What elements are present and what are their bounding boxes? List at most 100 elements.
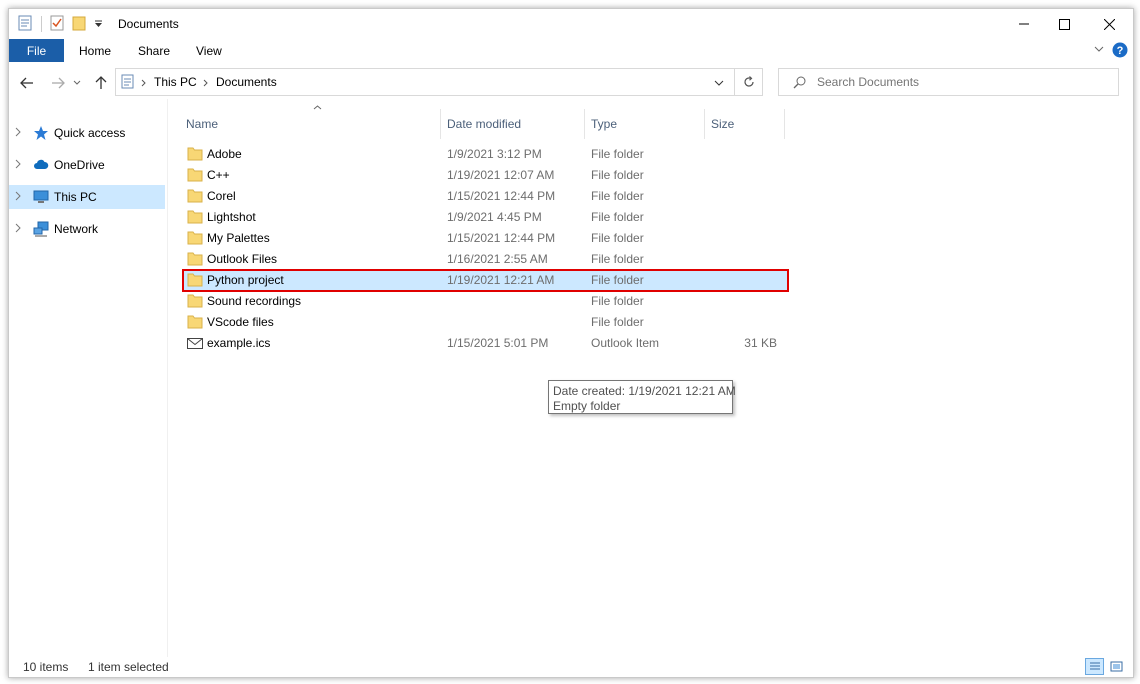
- file-date-modified: 1/19/2021 12:07 AM: [447, 168, 555, 182]
- file-type: File folder: [591, 168, 644, 182]
- tab-home[interactable]: Home: [79, 44, 111, 58]
- refresh-icon: [743, 76, 754, 87]
- ribbon-tabs: File Home Share View ?: [9, 39, 1133, 62]
- chevron-right-icon[interactable]: [15, 223, 22, 233]
- sidebar-item-network[interactable]: Network: [9, 217, 165, 241]
- tab-file[interactable]: File: [9, 39, 64, 62]
- table-row[interactable]: example.ics 1/15/2021 5:01 PM Outlook Item…: [183, 333, 787, 354]
- close-button[interactable]: [1086, 9, 1132, 39]
- up-button[interactable]: [91, 73, 111, 93]
- forward-button[interactable]: [48, 73, 68, 93]
- search-input[interactable]: [817, 74, 1107, 90]
- file-date-modified: 1/15/2021 12:44 PM: [447, 231, 556, 245]
- search-box[interactable]: [778, 68, 1119, 96]
- item-count: 10 items: [23, 660, 69, 674]
- column-divider[interactable]: [440, 109, 441, 139]
- address-bar[interactable]: This PC Documents: [115, 68, 735, 96]
- minimize-icon: [1019, 23, 1029, 25]
- file-type: Outlook Item: [591, 336, 660, 350]
- table-row[interactable]: Lightshot 1/9/2021 4:45 PM File folder: [183, 207, 787, 228]
- chevron-right-icon[interactable]: [141, 79, 147, 87]
- file-type: File folder: [591, 315, 644, 329]
- chevron-right-icon[interactable]: [203, 79, 209, 87]
- column-header-date-modified[interactable]: Date modified: [447, 117, 521, 131]
- file-type: File folder: [591, 294, 644, 308]
- computer-icon: [33, 190, 49, 203]
- chevron-right-icon[interactable]: [15, 191, 22, 201]
- mail-icon: [187, 338, 203, 349]
- chevron-right-icon[interactable]: [15, 159, 22, 169]
- table-row-selected[interactable]: Python project 1/19/2021 12:21 AM File fol…: [182, 269, 789, 292]
- table-row[interactable]: C++ 1/19/2021 12:07 AM File folder: [183, 165, 787, 186]
- file-name: Sound recordings: [207, 294, 302, 308]
- file-type: File folder: [591, 210, 644, 224]
- sidebar-item-label: Quick access: [54, 126, 126, 140]
- column-divider[interactable]: [704, 109, 705, 139]
- checklist-icon[interactable]: [50, 15, 64, 31]
- up-arrow-icon: [95, 76, 107, 89]
- sort-ascending-icon: [313, 105, 322, 110]
- file-size: 31 KB: [744, 336, 777, 350]
- maximize-icon: [1058, 18, 1070, 30]
- file-list-view: Name Date modified Type Size Adobe 1/9/20…: [175, 99, 1133, 657]
- folder-icon: [187, 147, 203, 161]
- cloud-icon: [34, 159, 49, 169]
- recent-locations-button[interactable]: [71, 73, 83, 93]
- back-arrow-icon: [20, 77, 33, 89]
- column-header-size[interactable]: Size: [711, 117, 734, 131]
- file-date-modified: 1/15/2021 12:44 PM: [447, 189, 556, 203]
- file-name: My Palettes: [207, 231, 270, 245]
- back-button[interactable]: [17, 73, 37, 93]
- window-title: Documents: [118, 17, 179, 31]
- navigation-pane: Quick access OneDrive This PC Network: [9, 99, 168, 657]
- sidebar-item-quick-access[interactable]: Quick access: [9, 121, 165, 145]
- details-view-button[interactable]: [1085, 658, 1104, 675]
- table-row[interactable]: My Palettes 1/15/2021 12:44 PM File folder: [183, 228, 787, 249]
- help-icon[interactable]: ?: [1112, 42, 1128, 58]
- expand-ribbon-icon[interactable]: [1094, 45, 1104, 53]
- file-explorer-window: Documents File Home Share View ? This PC…: [8, 8, 1134, 678]
- table-row[interactable]: Sound recordings File folder: [183, 291, 787, 312]
- column-divider[interactable]: [584, 109, 585, 139]
- forward-arrow-icon: [52, 77, 65, 89]
- table-row[interactable]: Adobe 1/9/2021 3:12 PM File folder: [183, 144, 787, 165]
- sidebar-item-label: OneDrive: [54, 158, 105, 172]
- large-icons-view-icon: [1110, 661, 1123, 672]
- file-name: VScode files: [207, 315, 274, 329]
- breadcrumb-documents[interactable]: Documents: [216, 75, 277, 89]
- sidebar-item-label: This PC: [54, 190, 97, 204]
- tooltip: Date created: 1/19/2021 12:21 AM Empty f…: [548, 380, 736, 414]
- breadcrumb-this-pc[interactable]: This PC: [154, 75, 197, 89]
- close-icon: [1103, 18, 1115, 30]
- properties-icon[interactable]: [18, 15, 32, 31]
- column-header-name[interactable]: Name: [186, 117, 218, 131]
- new-folder-icon[interactable]: [72, 15, 86, 31]
- address-history-chevron-icon[interactable]: [714, 80, 724, 86]
- sidebar-item-this-pc[interactable]: This PC: [9, 185, 165, 209]
- customize-quick-access-icon[interactable]: [94, 20, 103, 28]
- file-type: File folder: [591, 147, 644, 161]
- table-row[interactable]: VScode files File folder: [183, 312, 787, 333]
- file-date-modified: 1/9/2021 3:12 PM: [447, 147, 542, 161]
- file-name: Adobe: [207, 147, 242, 161]
- file-name: Python project: [207, 273, 284, 287]
- svg-text:?: ?: [1117, 45, 1124, 57]
- tab-share[interactable]: Share: [138, 44, 170, 58]
- large-icons-view-button[interactable]: [1107, 658, 1126, 675]
- column-header-type[interactable]: Type: [591, 117, 617, 131]
- file-name: Corel: [207, 189, 236, 203]
- file-type: File folder: [591, 189, 644, 203]
- maximize-button[interactable]: [1041, 9, 1087, 39]
- file-type: File folder: [591, 273, 644, 287]
- tooltip-date-created: Date created: 1/19/2021 12:21 AM: [553, 384, 736, 398]
- folder-icon: [187, 189, 203, 203]
- sidebar-item-label: Network: [54, 222, 99, 236]
- chevron-right-icon[interactable]: [15, 127, 22, 137]
- table-row[interactable]: Corel 1/15/2021 12:44 PM File folder: [183, 186, 787, 207]
- refresh-button[interactable]: [735, 68, 763, 96]
- column-divider[interactable]: [784, 109, 785, 139]
- tab-view[interactable]: View: [196, 44, 222, 58]
- tooltip-description: Empty folder: [553, 399, 621, 413]
- table-row[interactable]: Outlook Files 1/16/2021 2:55 AM File folde…: [183, 249, 787, 270]
- sidebar-item-onedrive[interactable]: OneDrive: [9, 153, 165, 177]
